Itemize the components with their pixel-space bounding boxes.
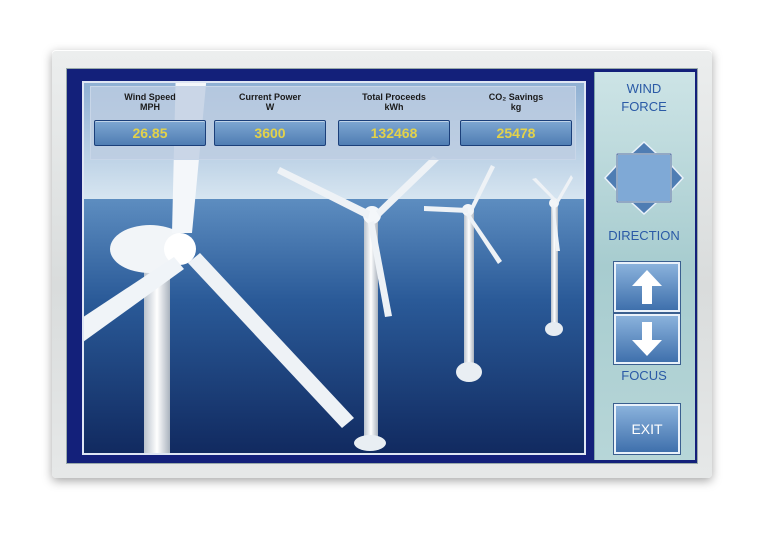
focus-down-button[interactable] <box>614 314 680 364</box>
arrow-up-icon <box>632 270 662 304</box>
total-proceeds-label: Total Proceeds kWh <box>362 92 426 112</box>
total-proceeds-readout: Total Proceeds kWh 132468 <box>338 92 450 146</box>
direction-pad[interactable] <box>603 140 685 216</box>
co2-savings-value: 25478 <box>460 120 572 146</box>
exit-button[interactable]: EXIT <box>614 404 680 454</box>
wind-speed-readout: Wind Speed MPH 26.85 <box>94 92 206 146</box>
current-power-label: Current Power W <box>238 92 301 112</box>
wind-force-title: WIND FORCE <box>621 81 667 114</box>
current-power-value: 3600 <box>214 120 326 146</box>
total-proceeds-value: 132468 <box>338 120 450 146</box>
wind-speed-label: Wind Speed MPH <box>124 92 176 112</box>
focus-label: FOCUS <box>621 368 667 383</box>
focus-up-button[interactable] <box>614 262 680 312</box>
direction-pad-icon <box>603 140 685 216</box>
arrow-down-icon <box>632 322 662 356</box>
current-power-readout: Current Power W 3600 <box>214 92 326 146</box>
direction-label: DIRECTION <box>608 228 680 243</box>
wind-speed-value: 26.85 <box>94 120 206 146</box>
co2-savings-readout: CO₂ Savings kg 25478 <box>460 92 572 146</box>
co2-savings-label: CO₂ Savings kg <box>488 92 544 112</box>
